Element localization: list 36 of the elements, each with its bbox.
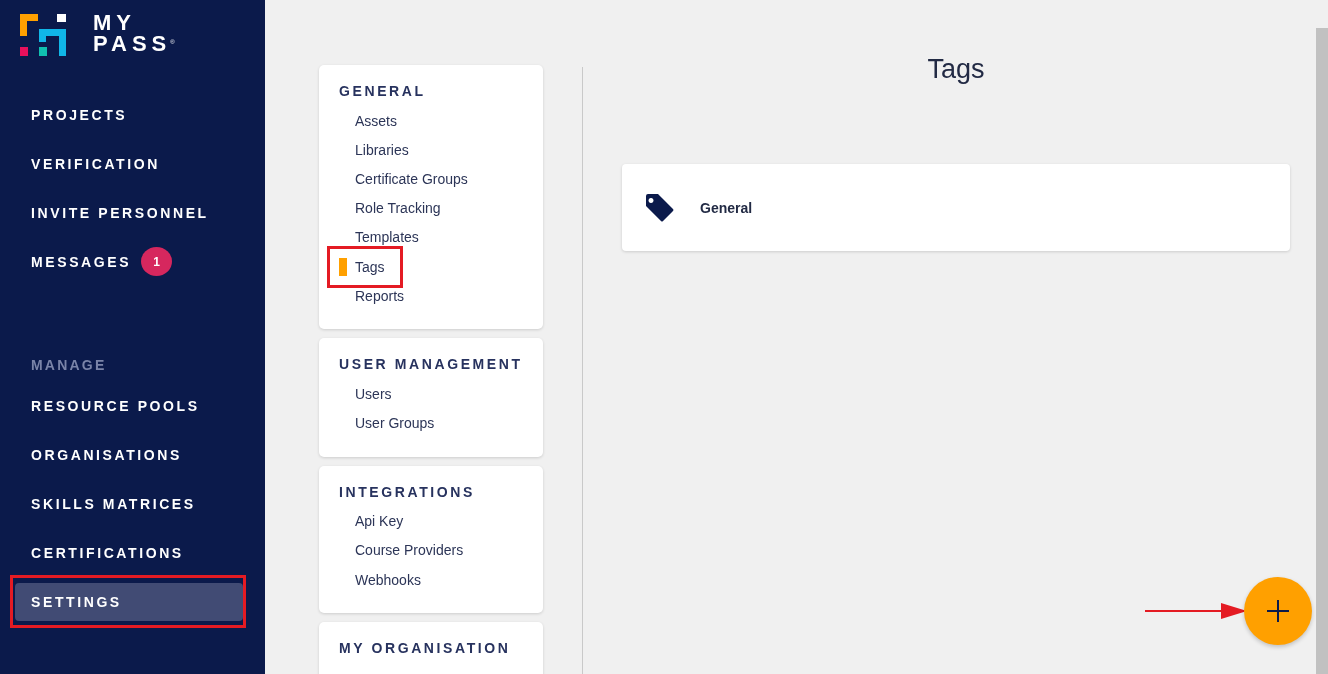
nav-item[interactable]: VERIFICATION xyxy=(15,144,168,183)
nav-item[interactable]: MESSAGES xyxy=(15,242,140,281)
section-label: MANAGE xyxy=(30,356,108,375)
menu-item[interactable]: Tags xyxy=(355,258,385,275)
menu-heading: MY ORGANISATION xyxy=(339,639,512,658)
menu-item[interactable]: Certificate Groups xyxy=(355,170,468,187)
menu-item[interactable]: Api Key xyxy=(355,513,404,530)
logo-text: MY xyxy=(93,12,137,33)
tag-name: General xyxy=(700,199,753,216)
menu-item[interactable]: Templates xyxy=(355,229,419,246)
menu-heading: INTEGRATIONS xyxy=(339,482,476,501)
nav-item[interactable]: SETTINGS xyxy=(15,582,243,621)
menu-item[interactable]: Course Providers xyxy=(355,542,464,559)
nav-item[interactable]: ORGANISATIONS xyxy=(15,435,243,474)
menu-item[interactable]: Role Tracking xyxy=(355,200,441,217)
menu-item[interactable]: Assets xyxy=(355,112,397,129)
unread-count-badge: 1 xyxy=(141,247,173,276)
tag-icon xyxy=(645,192,675,223)
menu-item[interactable]: User Groups xyxy=(355,415,435,432)
menu-item[interactable]: Reports xyxy=(355,287,405,304)
menu-heading: USER MANAGEMENT xyxy=(339,355,524,374)
add-button[interactable] xyxy=(1244,577,1312,645)
nav-item[interactable]: CERTIFICATIONS xyxy=(15,533,243,572)
menu-item[interactable]: Users xyxy=(355,385,392,402)
nav-item[interactable]: PROJECTS xyxy=(15,95,136,134)
selection-indicator xyxy=(339,257,347,276)
nav-item[interactable]: SKILLS MATRICES xyxy=(15,484,243,523)
tag-card[interactable]: General xyxy=(622,164,1290,251)
nav-item[interactable]: INVITE PERSONNEL xyxy=(15,193,217,232)
menu-item[interactable]: Webhooks xyxy=(355,571,421,588)
logo-icon xyxy=(20,14,66,56)
menu-item[interactable]: Libraries xyxy=(355,141,409,158)
menu-heading: GENERAL xyxy=(339,82,427,100)
page-title: Tags xyxy=(926,54,986,85)
nav-item[interactable]: RESOURCE POOLS xyxy=(15,386,243,425)
plus-icon xyxy=(1267,600,1289,622)
